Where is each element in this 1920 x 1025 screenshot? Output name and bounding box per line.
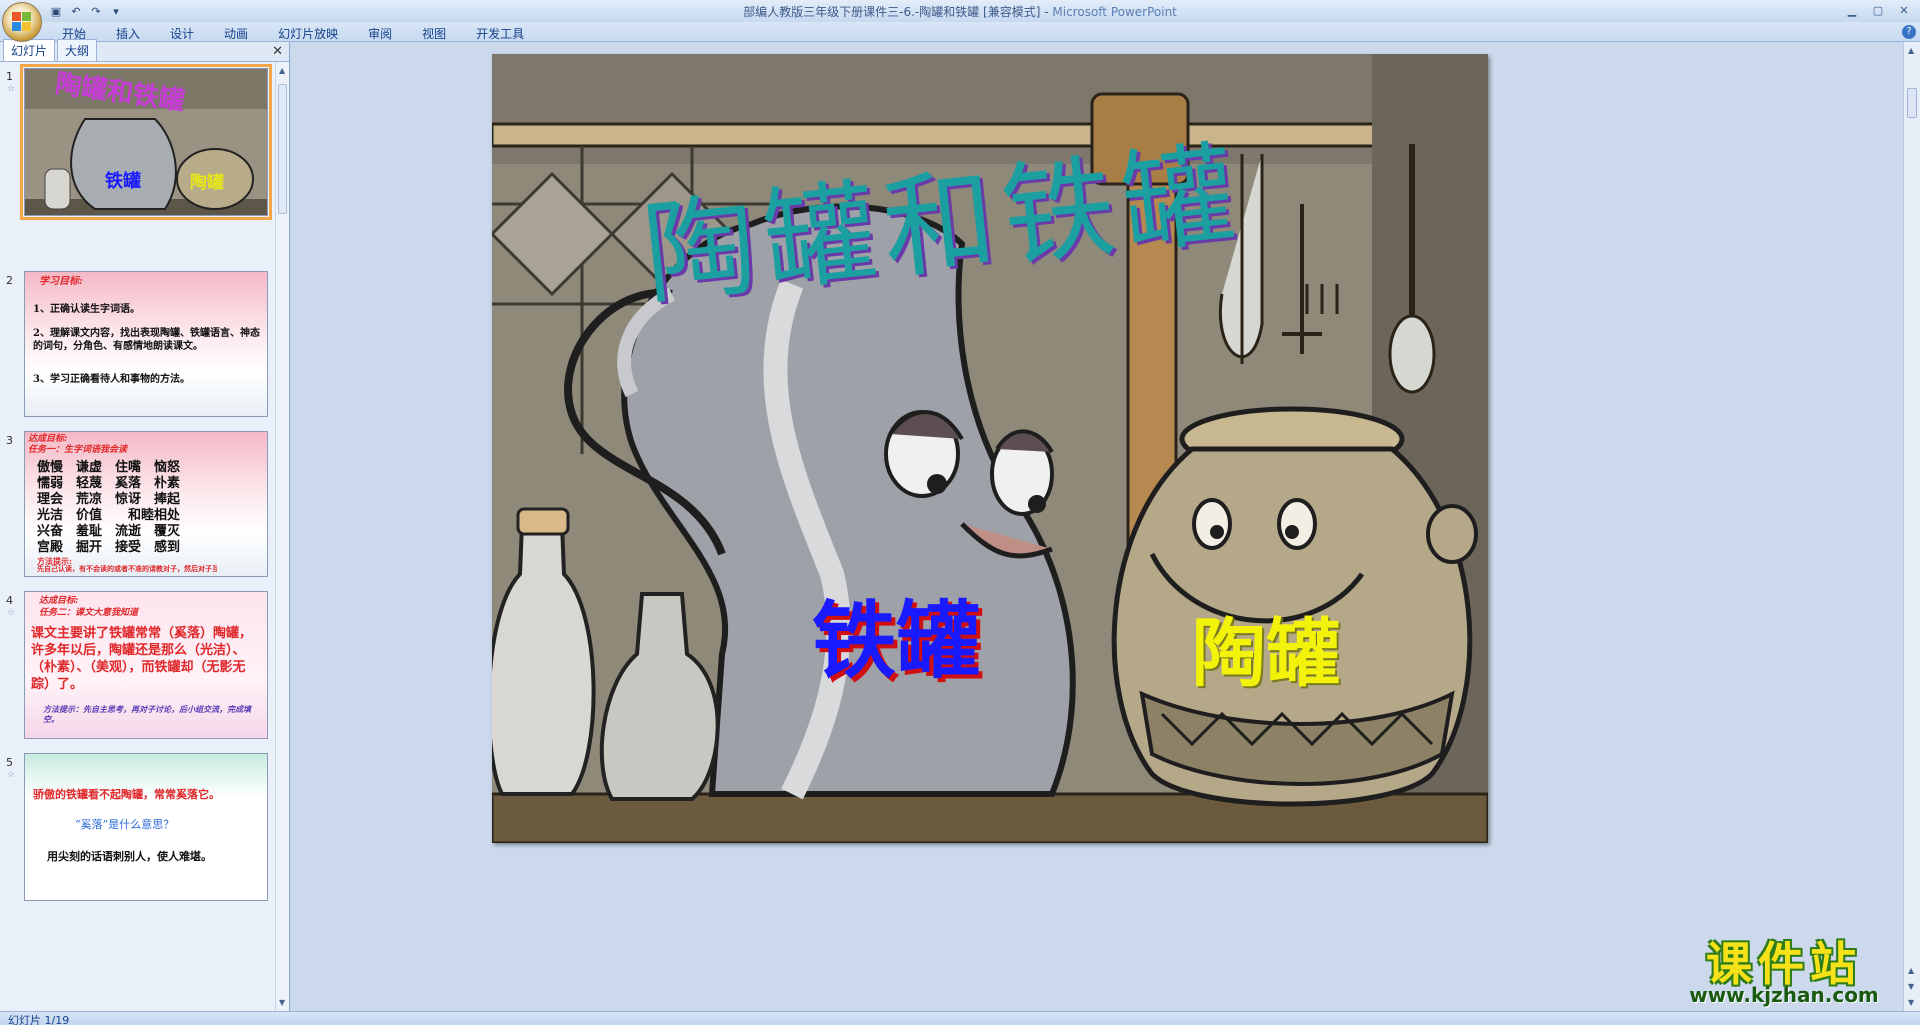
slide-5-line-3: 用尖刻的话语刺别人，使人难堪。 (47, 850, 212, 863)
slide-1-thumbnail-iron: 铁罐 (105, 171, 141, 192)
slide-3-row-1: 傲慢 谦虚 住嘴 恼怒 (37, 460, 181, 475)
tab-design[interactable]: 设计 (160, 24, 204, 42)
slide-2-line-2: 2、理解课文内容，找出表现陶罐、铁罐语言、神态的词句，分角色、有感情地朗读课文。 (33, 328, 260, 352)
slide-5-line-2: “奚落”是什么意思？ (75, 818, 175, 831)
close-pane-icon[interactable]: ✕ (272, 44, 283, 59)
scroll-up-icon[interactable]: ▲ (279, 66, 285, 75)
window-title: 部编人教版三年级下册课件三-6.-陶罐和铁罐 [兼容模式] - Microsof… (743, 5, 1177, 19)
pane-tabs: 幻灯片 大纲 ✕ (0, 39, 289, 62)
slide-thumbnail-3[interactable]: 达成目标: 任务一：生字词语我会读 傲慢 谦虚 住嘴 恼怒 懦弱 轻蔑 奚落 朴… (24, 431, 268, 577)
animation-star-icon: ☆ (7, 608, 16, 618)
slides-pane: 幻灯片 大纲 ✕ 1 ☆ 陶罐和铁罐 铁罐 陶罐 2 学习目标: 1、正确认读生… (0, 39, 290, 1011)
help-icon[interactable]: ? (1902, 25, 1916, 39)
prev-slide-icon[interactable]: ▲ (1908, 966, 1914, 975)
slide-3-row-4: 光洁 价值 和睦相处 (37, 508, 181, 523)
animation-star-icon: ☆ (7, 84, 16, 94)
tab-slideshow[interactable]: 幻灯片放映 (268, 24, 348, 42)
kjzhan-watermark: 课件站 www.kjzhan.com (1668, 928, 1900, 1010)
scroll-down-icon[interactable]: ▼ (1908, 998, 1914, 1007)
label-iron-jar[interactable]: 铁罐 (812, 574, 980, 695)
slide-4-subheading: 任务二：课文大意我知道 (39, 608, 139, 618)
ribbon: 开始 插入 设计 动画 幻灯片放映 审阅 视图 开发工具 ? (0, 22, 1920, 42)
office-logo-icon (12, 12, 32, 32)
app-name: Microsoft PowerPoint (1052, 5, 1177, 19)
slide-4-heading: 达成目标: (39, 596, 79, 606)
watermark-url: www.kjzhan.com (1689, 983, 1879, 1007)
slide-number: 2 (6, 274, 13, 287)
office-button[interactable] (2, 2, 42, 42)
tab-outline[interactable]: 大纲 (57, 39, 98, 61)
slide-indicator: 幻灯片 1/19 (8, 1014, 70, 1025)
slide-3-subheading: 任务一：生字词语我会读 (28, 445, 128, 455)
title-bar: ▣ ↶ ↷ ▾ 部编人教版三年级下册课件三-6.-陶罐和铁罐 [兼容模式] - … (0, 0, 1920, 42)
ribbon-tabs: 开始 插入 设计 动画 幻灯片放映 审阅 视图 开发工具 (52, 24, 544, 42)
close-icon[interactable]: ✕ (1892, 1, 1916, 19)
next-slide-icon[interactable]: ▼ (1908, 982, 1914, 991)
slide-number: 5 (6, 756, 13, 769)
main-scrollbar[interactable]: ▲ ▲ ▼ ▼ (1903, 42, 1920, 1011)
document-title: 部编人教版三年级下册课件三-6.-陶罐和铁罐 [兼容模式] (743, 5, 1041, 19)
slide-thumbnail-4[interactable]: 达成目标: 任务二：课文大意我知道 课文主要讲了铁罐常常（奚落）陶罐，许多年以后… (24, 591, 268, 739)
label-clay-pot[interactable]: 陶罐 (1192, 594, 1340, 701)
slide-5-line-1: 骄傲的铁罐看不起陶罐，常常奚落它。 (33, 788, 220, 801)
window-controls: ▁ ▢ ✕ (1840, 1, 1916, 19)
slide-number: 4 (6, 594, 13, 607)
scrollbar-thumb[interactable] (278, 84, 287, 214)
maximize-icon[interactable]: ▢ (1866, 1, 1890, 19)
tab-slides[interactable]: 幻灯片 (3, 39, 56, 61)
slide-4-body: 课文主要讲了铁罐常常（奚落）陶罐，许多年以后，陶罐还是那么（光洁）、（朴素）、（… (31, 626, 253, 692)
slide-2-heading: 学习目标: (39, 276, 83, 287)
tab-view[interactable]: 视图 (412, 24, 456, 42)
scrollbar-thumb[interactable] (1907, 88, 1917, 118)
slide-4-tip: 方法提示：先自主思考，再对子讨论，后小组交流，完成填空。 (43, 704, 251, 724)
slide-1-thumbnail-clay: 陶罐 (190, 173, 224, 193)
tab-developer[interactable]: 开发工具 (466, 24, 534, 42)
slide-3-tip: 先自己认读，有不会读的或者不准的请教对子，然后对子互查。 (37, 565, 217, 573)
scroll-down-icon[interactable]: ▼ (279, 998, 285, 1007)
slide-number: 1 (6, 70, 13, 83)
current-slide[interactable]: 陶罐和铁罐 铁罐 陶罐 (492, 54, 1488, 843)
slide-2-line-1: 1、正确认读生字词语。 (33, 304, 140, 315)
slide-thumbnails: 1 ☆ 陶罐和铁罐 铁罐 陶罐 2 学习目标: 1、正确认读生字词语。 2、理解… (0, 62, 276, 1011)
tab-insert[interactable]: 插入 (106, 24, 150, 42)
minimize-icon[interactable]: ▁ (1840, 1, 1864, 19)
tab-animations[interactable]: 动画 (214, 24, 258, 42)
tab-review[interactable]: 审阅 (358, 24, 402, 42)
animation-star-icon: ☆ (7, 770, 16, 780)
slide-3-heading: 达成目标: (28, 434, 68, 444)
slide-3-row-2: 懦弱 轻蔑 奚落 朴素 (37, 476, 181, 491)
slide-3-row-6: 宫殿 掘开 接受 感到 (37, 540, 181, 555)
thumbnail-scrollbar[interactable]: ▲ ▼ (275, 62, 289, 1011)
scroll-up-icon[interactable]: ▲ (1908, 46, 1914, 55)
slide-thumbnail-5[interactable]: 骄傲的铁罐看不起陶罐，常常奚落它。 “奚落”是什么意思？ 用尖刻的话语刺别人，使… (24, 753, 268, 901)
slide-number: 3 (6, 434, 13, 447)
slide-editor: 陶罐和铁罐 铁罐 陶罐 (291, 42, 1903, 1011)
slide-3-row-3: 理会 荒凉 惊讶 捧起 (37, 492, 181, 507)
status-bar: 幻灯片 1/19 (0, 1011, 1920, 1025)
slide-2-line-3: 3、学习正确看待人和事物的方法。 (33, 374, 190, 385)
slide-thumbnail-1[interactable]: 陶罐和铁罐 铁罐 陶罐 (20, 64, 272, 220)
slide-3-row-5: 兴奋 羞耻 流逝 覆灭 (37, 524, 181, 539)
slide-thumbnail-2[interactable]: 学习目标: 1、正确认读生字词语。 2、理解课文内容，找出表现陶罐、铁罐语言、神… (24, 271, 268, 417)
